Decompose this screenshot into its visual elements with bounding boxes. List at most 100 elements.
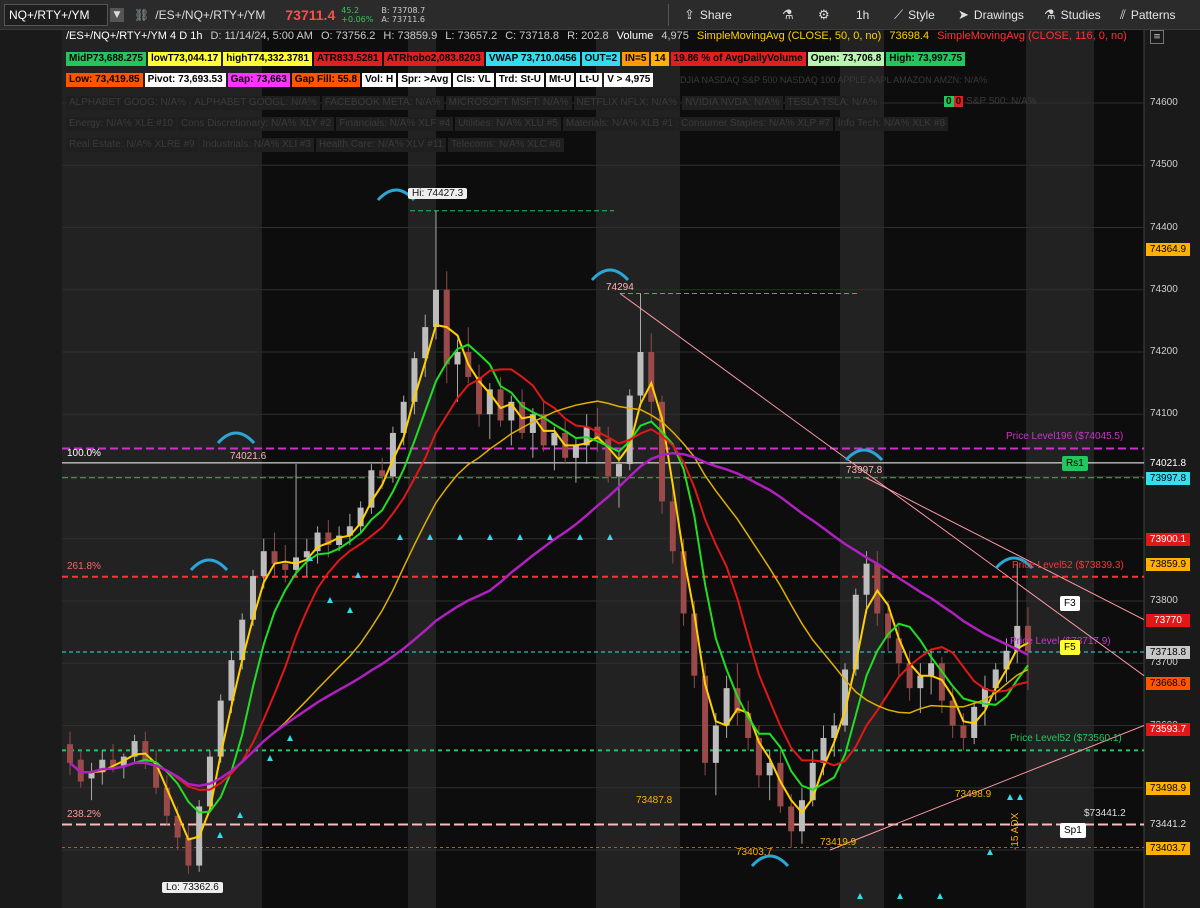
- candle-body: [852, 594, 859, 670]
- candle-body: [960, 725, 967, 738]
- price-level-196-label: Price Level196 ($74045.5): [1006, 431, 1124, 442]
- patterns-label: Patterns: [1130, 8, 1176, 22]
- row1-badge: ATR833.5281: [314, 52, 382, 66]
- session-shade: [884, 30, 1026, 908]
- link-icon[interactable]: ⛓: [134, 8, 149, 22]
- candle-body: [379, 470, 386, 477]
- candle-body: [723, 688, 730, 726]
- row5-badge: Health Care: N/A% XLV #11: [316, 138, 447, 152]
- row1-badge: IN=5: [622, 52, 650, 66]
- candle-body: [712, 725, 719, 763]
- high-callout: Hi: 74427.3: [408, 188, 468, 199]
- sma-116-label: SimpleMovingAvg (CLOSE, 116, 0, no): [937, 30, 1127, 42]
- row2-badge: Lt-U: [576, 73, 603, 87]
- price-tag: 73770: [1146, 613, 1190, 627]
- row4-badge: Energy: N/A% XLE #10: [66, 117, 176, 131]
- row1-badge: highT74,332.3781: [223, 52, 313, 66]
- bar-open: O: 73756.2: [320, 30, 376, 42]
- price-axis-tick: 74600: [1150, 97, 1178, 108]
- row5-badge: Industrials: N/A% XLI #3: [199, 138, 315, 152]
- share-button[interactable]: ⇪ Share: [684, 4, 732, 26]
- price-tag: 74364.9: [1146, 243, 1190, 257]
- price-tag: 73859.9: [1146, 557, 1190, 571]
- swing-label-73488: 73487.8: [636, 795, 673, 806]
- row3-badge: NETFLIX NFLX: N/A%: [573, 96, 681, 110]
- row3-badge: NVIDIA NVDA: N/A%: [682, 96, 783, 110]
- candle-body: [798, 800, 805, 832]
- level-73441-label: $73441.2: [1084, 808, 1126, 819]
- fib-100-label: 100.0%: [67, 448, 101, 459]
- row4-badge: Utilities: N/A% XLU #5: [455, 117, 561, 131]
- cursor-icon: ➤: [958, 7, 969, 22]
- timeframe-button[interactable]: 1h: [856, 4, 869, 26]
- stock-badges-row: ALPHABET GOOG: N/A% ALPHABET GOOGL: N/A% F…: [66, 96, 882, 110]
- settings-button[interactable]: ⚙: [818, 4, 835, 26]
- patterns-button[interactable]: ⫽ Patterns: [1120, 4, 1176, 26]
- chevron-down-icon[interactable]: ▼: [110, 7, 124, 22]
- price-axis-tick: 74100: [1150, 408, 1178, 420]
- candle-body: [282, 563, 289, 570]
- f3-tag: F3: [1060, 596, 1080, 611]
- sma-50-value: 73698.4: [889, 30, 930, 42]
- session-shade: [262, 30, 408, 908]
- chart-area[interactable]: [0, 30, 1200, 908]
- flask-button[interactable]: ⚗: [782, 4, 799, 26]
- price-axis-tick: 73700: [1150, 657, 1178, 669]
- candle-body: [615, 464, 622, 477]
- style-button[interactable]: ⟋ Style: [894, 4, 935, 26]
- flask-icon: ⚗: [782, 7, 794, 22]
- symbol-title: /ES+/NQ+/RTY+/YM: [155, 7, 266, 22]
- change-percent: +0.06%: [341, 14, 374, 24]
- candle-body: [820, 737, 827, 763]
- row1-badge: Open: 73,706.8: [807, 52, 885, 66]
- candle-body: [863, 563, 870, 595]
- studies-button[interactable]: ⚗ Studies: [1044, 4, 1101, 26]
- toolbar-divider: [668, 4, 669, 26]
- adx-label: -15 ADX: [1010, 812, 1021, 850]
- sector-badges-row-1: Energy: N/A% XLE #10 Cons Discretionary: …: [66, 117, 950, 131]
- row2-badge: Gap Fill: 55.8: [291, 73, 361, 87]
- session-shade: [1094, 30, 1144, 908]
- candle-body: [788, 806, 795, 832]
- drawings-button[interactable]: ➤ Drawings: [958, 4, 1024, 26]
- candle-body: [454, 352, 461, 365]
- price-tag: 73593.7: [1146, 723, 1190, 737]
- row2-badge: Spr: >Avg: [398, 73, 452, 87]
- price-chart[interactable]: [0, 30, 1200, 908]
- candle-body: [928, 663, 935, 676]
- candle-body: [949, 700, 956, 726]
- bar-close: C: 73718.8: [505, 30, 560, 42]
- candle-body: [432, 289, 439, 328]
- price-tag: 73668.6: [1146, 676, 1190, 690]
- bid-ask-box: B: 73708.7 A: 73711.6: [381, 6, 425, 24]
- price-axis-tick: 73800: [1150, 595, 1178, 606]
- drawings-label: Drawings: [973, 8, 1024, 22]
- change-value: 45.2: [341, 5, 360, 15]
- row1-badge: 14: [651, 52, 669, 66]
- menu-icon[interactable]: ≡: [1150, 30, 1164, 44]
- price-level-52b-label: Price Level52 ($73560.1): [1010, 733, 1122, 744]
- row5-badge: Real Estate: N/A% XLRE #9: [66, 138, 198, 152]
- session-shade: [680, 30, 840, 908]
- price-tag: 73403.7: [1146, 841, 1190, 855]
- symbol-input[interactable]: NQ+/RTY+/YM: [4, 3, 108, 26]
- sector-badges-row-2: Real Estate: N/A% XLRE #9 Industrials: N/…: [66, 138, 566, 152]
- row4-badge: Materials: N/A% XLB #1: [562, 117, 677, 131]
- fib-238-label: 238.2%: [67, 809, 101, 820]
- share-label: Share: [699, 8, 732, 22]
- row3-badge: ALPHABET GOOGL: N/A%: [191, 96, 320, 110]
- low-callout: Lo: 73362.6: [162, 882, 223, 893]
- price-axis-tick: 74200: [1150, 346, 1178, 357]
- row1-badge: lowT73,044.17: [147, 52, 222, 66]
- bar-high: H: 73859.9: [383, 30, 438, 42]
- symbol-text: NQ+/RTY+/YM: [9, 7, 90, 22]
- flask-icon: ⚗: [1044, 7, 1056, 22]
- row3-badge: TESLA TSLA: N/A%: [784, 96, 881, 110]
- row4-badge: Consumer Staples: N/A% XLP #7: [678, 117, 833, 131]
- row2-badge: V > 4,975: [604, 73, 654, 87]
- candle-body: [271, 551, 278, 564]
- rs1-tag: Rs1: [1062, 456, 1088, 471]
- price-tag: 73441.2: [1146, 818, 1190, 832]
- price-level-52a-label: Price Level52 ($73839.3): [1012, 560, 1124, 571]
- row2-badge: Mt-U: [546, 73, 575, 87]
